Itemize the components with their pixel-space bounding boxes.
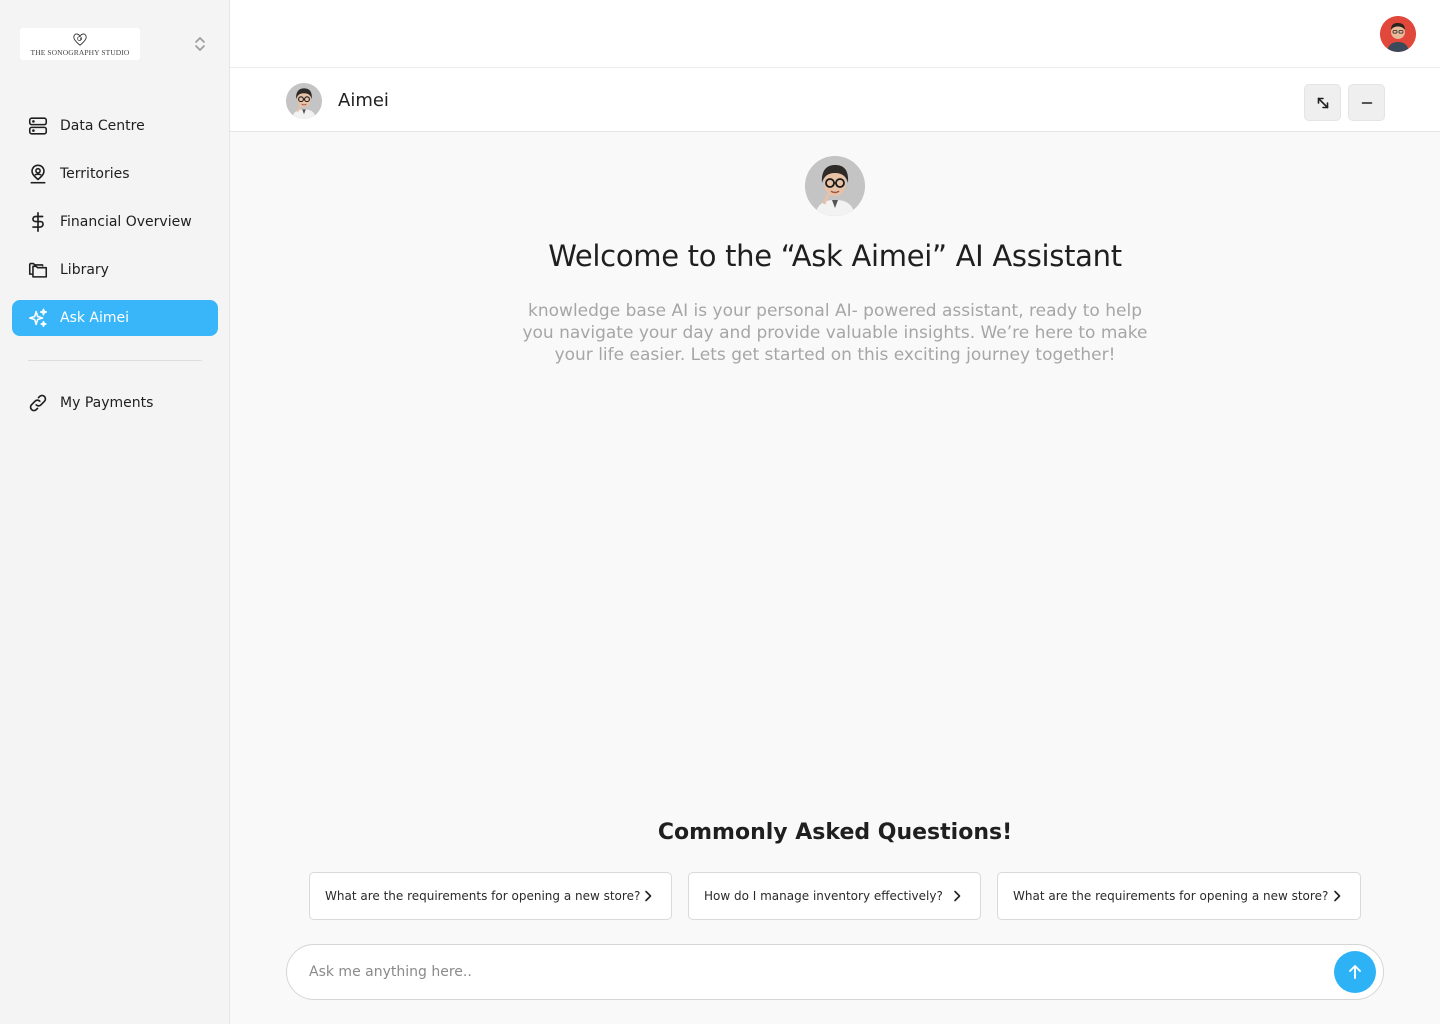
faq-suggestion[interactable]: What are the requirements for opening a … (997, 872, 1361, 920)
faq-suggestion[interactable]: How do I manage inventory effectively? (688, 872, 981, 920)
minus-icon (1361, 101, 1372, 104)
sidebar-item-label: Data Centre (60, 118, 145, 134)
faq-question: What are the requirements for opening a … (325, 889, 641, 903)
sidebar-item-territories[interactable]: Territories (12, 156, 218, 192)
bot-avatar-large (805, 156, 865, 216)
dollar-icon (26, 210, 50, 234)
chat-main: Welcome to the “Ask Aimei” AI Assistant … (230, 132, 1440, 1024)
faq-question: How do I manage inventory effectively? (704, 889, 943, 903)
expand-diagonal-icon (1317, 97, 1328, 108)
user-avatar[interactable] (1380, 16, 1416, 52)
welcome-description: knowledge base AI is your personal AI- p… (522, 301, 1148, 365)
sidebar-item-library[interactable]: Library (12, 252, 218, 288)
brand-logo[interactable]: THE SONOGRAPHY STUDIO (20, 28, 140, 60)
sidebar-item-data-centre[interactable]: Data Centre (12, 108, 218, 144)
workspace-switcher-icon[interactable] (190, 34, 210, 54)
folders-icon (26, 258, 50, 282)
sidebar-item-financial-overview[interactable]: Financial Overview (12, 204, 218, 240)
chat-header: Aimei (230, 68, 1440, 132)
sidebar: THE SONOGRAPHY STUDIO Data Centre Territ… (0, 0, 230, 1024)
map-pin-user-icon (26, 162, 50, 186)
sparkles-icon (26, 306, 50, 330)
sidebar-divider (28, 360, 202, 361)
chat-composer (286, 944, 1384, 1000)
faq-title: Commonly Asked Questions! (657, 820, 1013, 845)
brand-logo-text: THE SONOGRAPHY STUDIO (30, 48, 130, 57)
welcome-title: Welcome to the “Ask Aimei” AI Assistant (548, 239, 1122, 273)
send-button[interactable] (1334, 951, 1376, 993)
sidebar-item-label: Financial Overview (60, 214, 192, 230)
sidebar-item-my-payments[interactable]: My Payments (12, 385, 218, 421)
server-icon (26, 114, 50, 138)
chevron-right-icon (645, 890, 652, 902)
chat-input[interactable] (309, 945, 1309, 999)
expand-button[interactable] (1304, 84, 1341, 121)
faq-suggestion[interactable]: What are the requirements for opening a … (309, 872, 672, 920)
chevron-right-icon (954, 890, 961, 902)
sidebar-item-label: Territories (60, 166, 130, 182)
sidebar-item-ask-aimei[interactable]: Ask Aimei (12, 300, 218, 336)
sidebar-item-label: Ask Aimei (60, 310, 130, 326)
arrow-up-icon (1349, 965, 1361, 979)
bot-name: Aimei (338, 90, 389, 111)
sidebar-nav: Data Centre Territories Financial Overvi… (12, 108, 218, 348)
faq-question: What are the requirements for opening a … (1013, 889, 1329, 903)
bot-avatar (286, 83, 322, 119)
link-icon (26, 391, 50, 415)
top-bar (230, 0, 1440, 68)
sidebar-item-label: Library (60, 262, 109, 278)
heart-logo-icon (73, 33, 87, 46)
sidebar-item-label: My Payments (60, 395, 154, 411)
chevron-right-icon (1334, 890, 1341, 902)
minimize-button[interactable] (1348, 84, 1385, 121)
sidebar-secondary-nav: My Payments (12, 385, 218, 433)
